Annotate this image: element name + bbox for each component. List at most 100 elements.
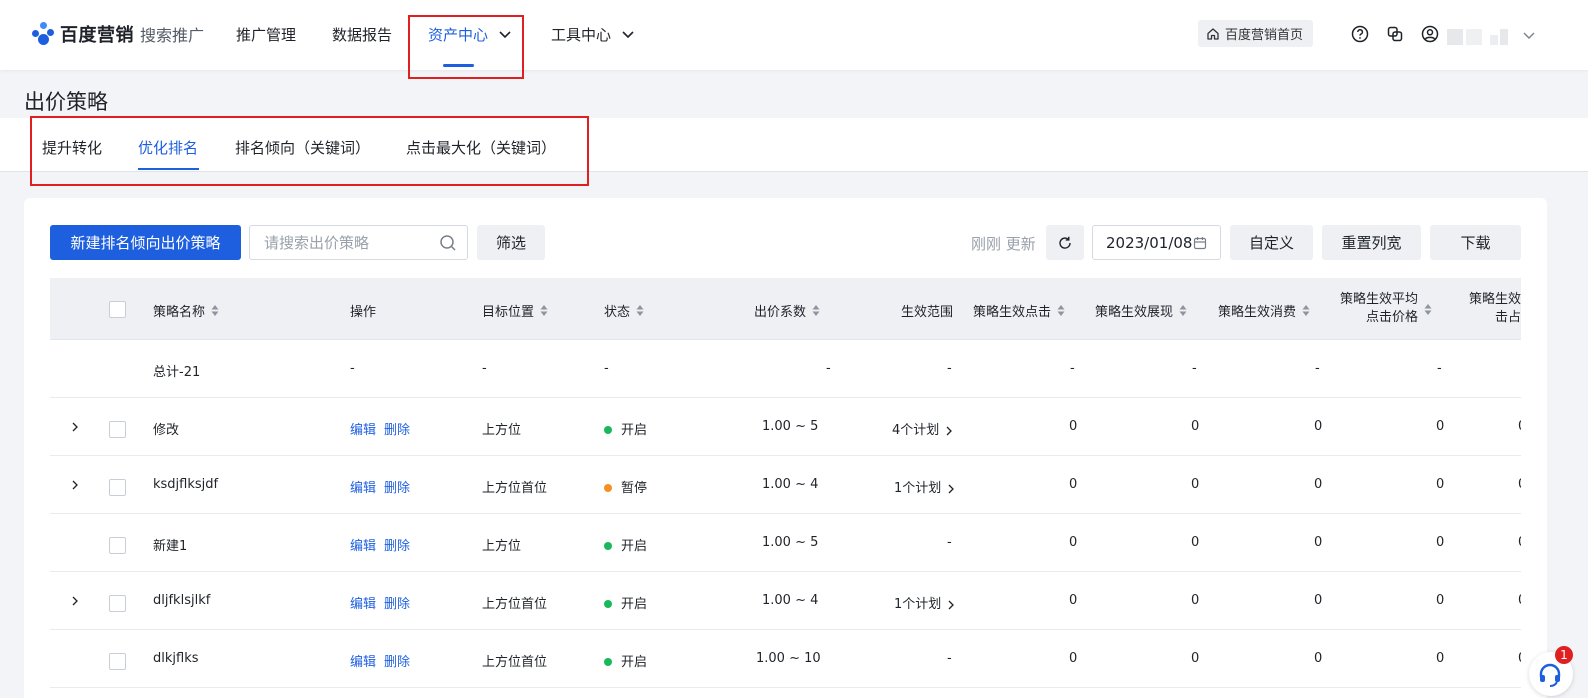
click-share-value: 0 — [1518, 535, 1521, 550]
account-name-blurred — [1447, 29, 1463, 45]
spend-value: 0 — [1314, 651, 1323, 666]
create-strategy-button[interactable]: 新建排名倾向出价策略 — [50, 225, 241, 260]
avg-cpc-value: 0 — [1436, 651, 1445, 666]
scope-cell[interactable]: 1个计划 — [894, 477, 955, 496]
reset-column-width-button[interactable]: 重置列宽 — [1322, 225, 1421, 260]
search-icon[interactable] — [439, 234, 457, 252]
bid-coefficient: 1.00 ~ 5 — [762, 419, 819, 434]
status-cell: 开启 — [604, 535, 647, 554]
table-row[interactable]: 修改 编辑删除 上方位 开启 1.00 ~ 5 4个计划 0 0 0 0 0 — [50, 398, 1521, 456]
table-row[interactable]: dlkjflks 编辑 删除 上方位首位 开启 1.00 ~ 10 - 0 0 0… — [50, 630, 1521, 688]
click-share-value: 0 — [1518, 419, 1521, 434]
calendar-icon — [1193, 237, 1207, 250]
target-position: 上方位首位 — [482, 655, 548, 670]
chevron-down-icon[interactable] — [1522, 28, 1536, 42]
column-header-scope: 生效范围 — [901, 305, 954, 320]
sort-icon[interactable] — [1179, 304, 1187, 317]
filter-button[interactable]: 筛选 — [477, 225, 545, 260]
column-header-status[interactable]: 状态 — [604, 301, 644, 320]
delete-link[interactable]: 删除 — [384, 481, 410, 496]
strategy-search-input[interactable]: 请搜索出价策略 — [249, 225, 468, 260]
sort-icon[interactable] — [1057, 304, 1065, 317]
edit-link[interactable]: 编辑 — [350, 423, 376, 438]
target-position: 上方位 — [482, 539, 522, 554]
impressions-value: 0 — [1191, 535, 1200, 550]
customize-columns-button[interactable]: 自定义 — [1230, 225, 1313, 260]
sort-icon[interactable] — [1302, 304, 1310, 317]
status-cell: 开启 — [604, 593, 647, 612]
nav-item-promotion-management[interactable]: 推广管理 — [236, 22, 296, 46]
expand-chevron-icon[interactable] — [70, 596, 80, 606]
scope-cell[interactable]: 4个计划 — [892, 419, 953, 438]
edit-link[interactable]: 编辑 — [350, 655, 376, 670]
table-row[interactable]: dljfklsjlkf 编辑 删除 上方位首位 开启 1.00 ~ 4 1个计划 … — [50, 572, 1521, 630]
edit-link[interactable]: 编辑 — [350, 539, 376, 554]
column-header-avg-cpc[interactable]: 策略生效平均 点击价格 — [1340, 291, 1432, 327]
column-header-click-share[interactable]: 策略生效 击占 — [1467, 291, 1521, 327]
strategy-name: dlkjflks — [153, 651, 199, 666]
column-header-clicks[interactable]: 策略生效点击 — [973, 301, 1065, 320]
column-header-target[interactable]: 目标位置 — [482, 301, 548, 320]
download-button[interactable]: 下载 — [1430, 225, 1521, 260]
column-header-label: 策略生效消费 — [1218, 305, 1297, 320]
delete-link[interactable]: 删除 — [384, 655, 410, 670]
delete-link[interactable]: 删除 — [384, 597, 410, 612]
sort-icon[interactable] — [1424, 303, 1432, 316]
column-header-label: 出价系数 — [754, 305, 807, 320]
sort-icon[interactable] — [211, 304, 219, 317]
expand-chevron-icon[interactable] — [70, 480, 80, 490]
column-header-spend[interactable]: 策略生效消费 — [1218, 301, 1310, 320]
sort-icon[interactable] — [636, 304, 644, 317]
column-header-coef[interactable]: 出价系数 — [754, 301, 820, 320]
table-row[interactable]: 新建1 编辑删除 上方位 开启 1.00 ~ 5 - 0 0 0 0 0 — [50, 514, 1521, 572]
refresh-button[interactable] — [1046, 225, 1084, 260]
column-header-label: 策略生效平均 — [1340, 292, 1419, 307]
row-checkbox[interactable] — [109, 653, 126, 670]
column-header-impressions[interactable]: 策略生效展现 — [1095, 301, 1187, 320]
home-icon — [1207, 27, 1219, 40]
copy-icon[interactable] — [1385, 24, 1405, 44]
column-header-ops: 操作 — [350, 305, 377, 320]
account-name-blurred — [1490, 35, 1498, 45]
avg-cpc-value: 0 — [1436, 535, 1445, 550]
scope-text: 1个计划 — [894, 597, 942, 612]
status-dot-icon — [604, 541, 612, 550]
column-header-name[interactable]: 策略名称 — [153, 301, 219, 320]
sort-icon[interactable] — [812, 304, 820, 317]
edit-link[interactable]: 编辑 — [350, 597, 376, 612]
nav-item-data-report[interactable]: 数据报告 — [332, 22, 392, 46]
status-dot-icon — [604, 657, 612, 666]
select-all-checkbox[interactable] — [109, 301, 126, 318]
row-actions: 编辑 删除 — [350, 419, 418, 438]
nav-item-label: 工具中心 — [551, 25, 612, 44]
impressions-value: 0 — [1191, 419, 1200, 434]
edit-link[interactable]: 编辑 — [350, 481, 376, 496]
expand-chevron-icon[interactable] — [70, 422, 80, 432]
sort-icon[interactable] — [540, 304, 548, 317]
target-position: 上方位 — [482, 423, 522, 438]
column-header-label: 目标位置 — [482, 305, 535, 320]
delete-link[interactable]: 删除 — [384, 423, 410, 438]
table-header: 策略名称 操作 目标位置 状态 出价系数 生效范围 策略生效点击 策略生效展现 … — [50, 278, 1521, 340]
highlight-box-tabs — [30, 116, 589, 186]
date-picker[interactable]: 2023/01/08 — [1092, 225, 1221, 260]
nav-item-tool-center[interactable]: 工具中心 — [551, 22, 635, 46]
delete-link[interactable]: 删除 — [384, 539, 410, 554]
scope-cell[interactable]: 1个计划 — [894, 593, 955, 612]
marketing-home-button[interactable]: 百度营销首页 — [1198, 20, 1314, 47]
row-actions: 编辑 删除 — [350, 593, 418, 612]
column-header-label: 策略生效点击 — [973, 305, 1052, 320]
table-row[interactable]: ksdjflksjdf 编辑 删除 上方位首位 暂停 1.00 ~ 4 1个计划 … — [50, 456, 1521, 514]
column-header-label: 状态 — [604, 305, 631, 320]
row-checkbox[interactable] — [109, 537, 126, 554]
help-icon[interactable] — [1350, 24, 1370, 44]
brand-logo[interactable]: 百度营销 搜索推广 — [32, 21, 204, 47]
row-checkbox[interactable] — [109, 421, 126, 438]
impressions-value: 0 — [1191, 593, 1200, 608]
row-checkbox[interactable] — [109, 479, 126, 496]
scope-text: - — [947, 651, 952, 666]
user-icon[interactable] — [1420, 24, 1440, 44]
row-checkbox[interactable] — [109, 595, 126, 612]
chevron-right-icon — [948, 484, 955, 493]
clicks-value: 0 — [1069, 593, 1078, 608]
